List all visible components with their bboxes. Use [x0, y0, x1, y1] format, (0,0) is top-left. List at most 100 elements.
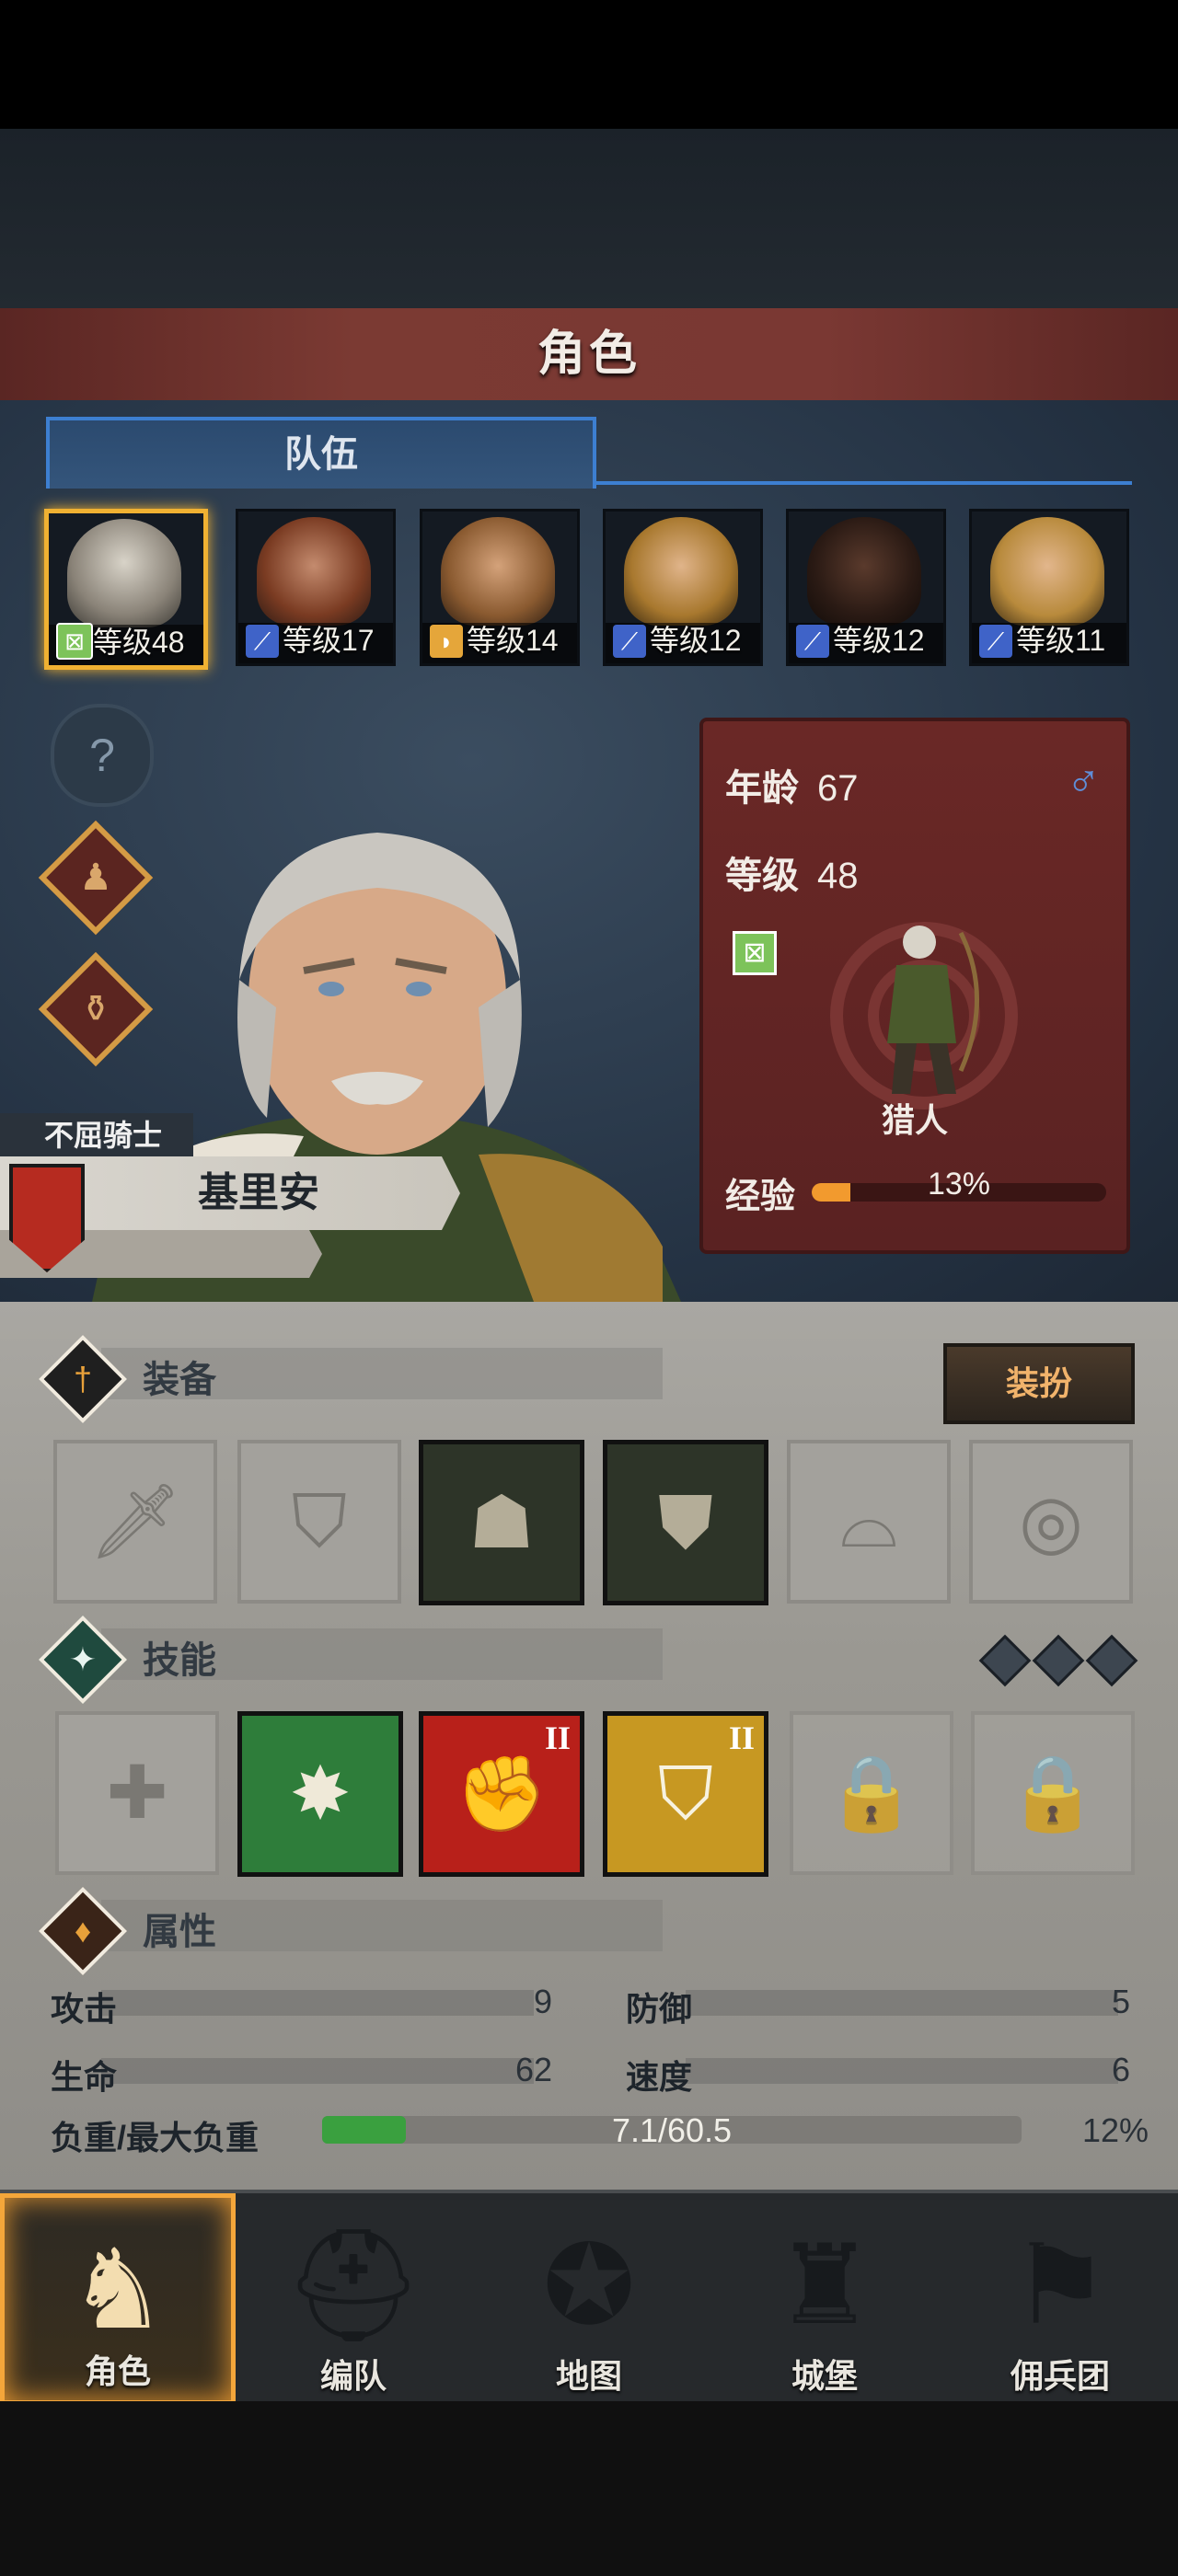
skill-point-gem: [1032, 1634, 1085, 1687]
nav-character[interactable]: ♞ 角色: [0, 2193, 236, 2405]
exp-percent: 13%: [927, 1167, 991, 1202]
boots-slot-icon: ⌓: [839, 1480, 898, 1562]
details-panel: † 装备 装扮 🗡 ⛉ ☗ ⛊ ⌓ ◎ ✦ 技能 ✚ ✸ ✊ II ⛉ II 🔒 🔒…: [0, 1302, 1178, 2190]
speed-value: 6: [1111, 2051, 1130, 2088]
party-member-1[interactable]: ⊠ 等级48: [44, 509, 208, 670]
bottom-nav: ♞ 角色 ⛑ 编队 ✪ 地图 ♜ 城堡 ⚑ 佣兵团: [0, 2190, 1178, 2405]
help-icon: ?: [89, 730, 115, 781]
shield-slot[interactable]: ⛉: [237, 1440, 401, 1604]
speed-label: 速度: [626, 2058, 693, 2096]
party-member-6[interactable]: ⟋ 等级11: [969, 509, 1129, 666]
ring-slot-icon: ◎: [1019, 1480, 1083, 1562]
character-panel: 队伍 ⊠ 等级48 ⟋ 等级17 ◗ 等级14 ⟋ 等级12 ⟋ 等级12 ⟋ …: [0, 400, 1178, 1302]
skill-slot-5-locked: 🔒: [790, 1711, 953, 1875]
shield-skill-icon: ⛉: [658, 1753, 713, 1834]
defense-label: 防御: [626, 1990, 693, 2028]
party-member-5[interactable]: ⟋ 等级12: [786, 509, 946, 666]
hp-label: 生命: [51, 2058, 118, 2096]
sword-icon: ⟋: [979, 625, 1012, 658]
avatar: [441, 517, 555, 626]
system-nav-area: [0, 2401, 1178, 2576]
nav-formation[interactable]: ⛑ 编队: [236, 2193, 471, 2405]
age-value: 67: [817, 768, 859, 809]
knight-icon: ♞: [68, 2228, 167, 2352]
title-bar: 角色: [0, 308, 1178, 404]
level-label: 等级14: [467, 624, 559, 657]
skill-slot-1[interactable]: ✚: [55, 1711, 219, 1875]
lock-icon: 🔒: [826, 1752, 918, 1834]
attack-value: 9: [533, 1983, 552, 2020]
boots-slot[interactable]: ⌓: [787, 1440, 951, 1604]
armor-slot[interactable]: ⛊: [603, 1440, 768, 1605]
level-label: 等级48: [93, 626, 185, 659]
level-label: 等级11: [1016, 624, 1106, 657]
load-label: 负重/最大负重: [51, 2119, 260, 2156]
nav-label: 地图: [555, 2357, 622, 2395]
tab-party-label: 队伍: [284, 434, 358, 475]
nav-castle[interactable]: ♜ 城堡: [707, 2193, 942, 2405]
male-icon: ♂: [1066, 755, 1102, 807]
ranger-icon: ⊠: [733, 931, 777, 975]
character-title: 不屈骑士: [44, 1119, 163, 1152]
avatar: [257, 517, 371, 626]
cross-icon: ✚: [106, 1752, 168, 1834]
exp-label: 经验: [725, 1178, 796, 1216]
attack-label: 攻击: [51, 1990, 118, 2028]
nav-label: 城堡: [791, 2357, 858, 2395]
level-label: 等级12: [833, 624, 925, 657]
level-value: 48: [817, 856, 859, 896]
smash-icon: ✊: [456, 1753, 548, 1834]
character-name: 基里安: [198, 1170, 319, 1215]
party-member-4[interactable]: ⟋ 等级12: [603, 509, 763, 666]
character-title-tag: 不屈骑士: [0, 1113, 193, 1157]
party-member-2[interactable]: ⟋ 等级17: [236, 509, 396, 666]
hp-value: 62: [514, 2051, 552, 2088]
hood-icon: ☗: [468, 1481, 535, 1563]
skill-slot-4[interactable]: ⛉ II: [603, 1711, 768, 1877]
sword-icon: ⟋: [613, 625, 646, 658]
nav-map[interactable]: ✪ 地图: [471, 2193, 707, 2405]
helmet-icon: ⛑: [283, 2224, 424, 2347]
hunter-figure: [887, 926, 979, 1094]
dress-up-button[interactable]: 装扮: [943, 1343, 1135, 1424]
banner-icon: ⚑: [1011, 2224, 1110, 2347]
skill-slot-3[interactable]: ✊ II: [419, 1711, 584, 1877]
compass-icon: ✪: [542, 2224, 636, 2347]
armor-icon: ⛊: [658, 1481, 713, 1563]
tab-party[interactable]: 队伍: [46, 417, 596, 489]
avatar: [990, 517, 1104, 626]
level-label: 等级12: [650, 624, 742, 657]
skill-tier: II: [728, 1719, 755, 1756]
lock-icon: 🔒: [1007, 1752, 1099, 1834]
nav-label: 角色: [84, 2352, 151, 2390]
avatar: [67, 519, 181, 627]
header-spacer: [0, 129, 1178, 308]
skill-tier: II: [544, 1719, 571, 1756]
burst-arrow-icon: ✸: [289, 1753, 352, 1834]
ranger-icon: ⊠: [56, 623, 93, 660]
skill-slot-2[interactable]: ✸: [237, 1711, 403, 1877]
weapon-slot[interactable]: 🗡: [53, 1440, 217, 1604]
party-member-3[interactable]: ◗ 等级14: [420, 509, 580, 666]
skill-point-gem: [978, 1634, 1032, 1687]
head-slot[interactable]: ☗: [419, 1440, 584, 1605]
nav-mercenaries[interactable]: ⚑ 佣兵团: [942, 2193, 1178, 2405]
age-label: 年龄: [725, 768, 799, 809]
shield-slot-icon: ⛉: [292, 1480, 347, 1562]
defense-value: 5: [1111, 1983, 1130, 2020]
ring-slot[interactable]: ◎: [969, 1440, 1133, 1604]
status-bar-area: [0, 0, 1178, 129]
avatar: [807, 517, 921, 626]
shield-icon: ◗: [430, 625, 463, 658]
page-title: 角色: [537, 328, 641, 381]
castle-icon: ♜: [775, 2224, 874, 2347]
level-label: 等级: [725, 856, 799, 896]
class-name: 猎人: [881, 1101, 948, 1139]
skills-title: 技能: [143, 1640, 216, 1681]
nav-label: 编队: [319, 2357, 387, 2395]
character-info-card: 年龄 67 ♂ 等级 48 ⊠ 猎人 经验 13%: [699, 718, 1130, 1254]
load-value: 7.1/60.5: [611, 2111, 733, 2149]
load-percent: 12%: [1081, 2111, 1149, 2149]
avatar: [624, 517, 738, 626]
attributes-title: 属性: [143, 1912, 216, 1952]
